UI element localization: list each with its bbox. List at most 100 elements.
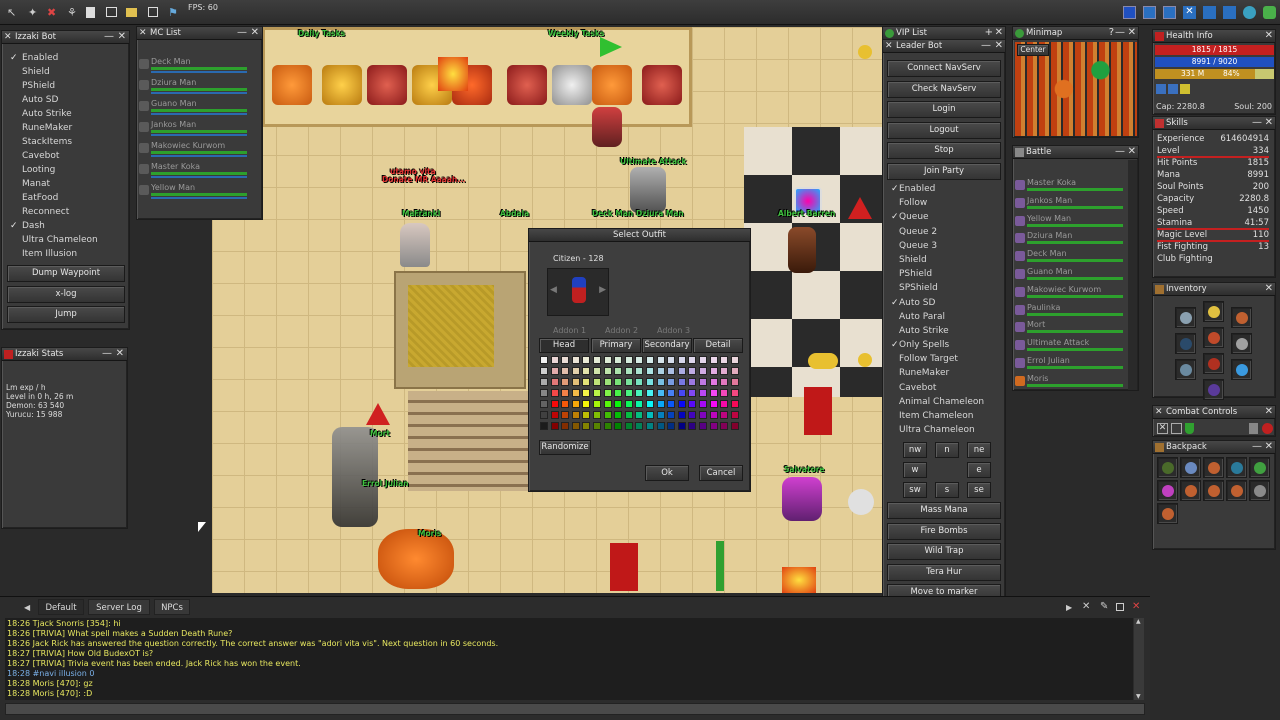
palette-swatch[interactable]: [540, 367, 548, 375]
palette-swatch[interactable]: [667, 367, 676, 375]
palette-swatch[interactable]: [677, 367, 686, 375]
close-icon[interactable]: ✕: [995, 40, 1003, 52]
bot-option-checkbox[interactable]: Looting: [2, 163, 129, 177]
palette-swatch[interactable]: [646, 389, 654, 397]
direction-button[interactable]: nw: [903, 442, 927, 458]
palette-swatch[interactable]: [720, 367, 729, 375]
palette-swatch[interactable]: [582, 411, 591, 419]
palette-swatch[interactable]: [603, 389, 612, 397]
inventory-slot[interactable]: [1175, 307, 1196, 328]
leader-option-checkbox[interactable]: Auto SD: [883, 296, 1005, 310]
palette-swatch[interactable]: [561, 367, 570, 375]
defense-mode-icon[interactable]: [1185, 423, 1194, 434]
backpack-slot[interactable]: [1226, 480, 1247, 501]
tab-detail[interactable]: Detail: [693, 338, 743, 353]
palette-swatch[interactable]: [699, 389, 707, 397]
walk-tool-icon[interactable]: ⚘: [67, 6, 77, 19]
leader-option-checkbox[interactable]: Enabled: [883, 182, 1005, 196]
leader-action-button[interactable]: Wild Trap: [887, 543, 1001, 560]
backpack-slot[interactable]: [1180, 457, 1201, 478]
palette-swatch[interactable]: [635, 422, 644, 430]
palette-swatch[interactable]: [593, 356, 601, 364]
palette-swatch[interactable]: [656, 378, 665, 386]
mc-list-entry[interactable]: Guano Man: [137, 99, 262, 120]
leader-option-checkbox[interactable]: RuneMaker: [883, 366, 1005, 380]
palette-swatch[interactable]: [624, 400, 633, 408]
backpack-slot[interactable]: [1226, 457, 1247, 478]
player-character[interactable]: [782, 477, 822, 521]
inventory-slot[interactable]: [1203, 379, 1224, 400]
palette-swatch[interactable]: [688, 356, 697, 364]
minimize-icon[interactable]: —: [1115, 27, 1125, 39]
palette-swatch[interactable]: [709, 367, 718, 375]
palette-swatch[interactable]: [667, 422, 676, 430]
globe-icon[interactable]: [1243, 6, 1256, 19]
palette-swatch[interactable]: [571, 356, 580, 364]
palette-swatch[interactable]: [646, 422, 654, 430]
close-channel-icon[interactable]: ✕: [1082, 601, 1090, 612]
cancel-button[interactable]: Cancel: [699, 465, 743, 481]
direction-button[interactable]: ne: [967, 442, 991, 458]
palette-swatch[interactable]: [561, 389, 570, 397]
palette-swatch[interactable]: [635, 378, 644, 386]
prev-outfit-arrow-icon[interactable]: ◀: [550, 285, 557, 295]
leaf-icon[interactable]: [1263, 6, 1276, 19]
palette-swatch[interactable]: [561, 356, 570, 364]
palette-swatch[interactable]: [593, 367, 601, 375]
backpack-slot[interactable]: [1203, 457, 1224, 478]
leader-option-checkbox[interactable]: Queue 3: [883, 239, 1005, 253]
close-icon[interactable]: ✕: [1265, 406, 1273, 418]
palette-swatch[interactable]: [635, 356, 644, 364]
palette-swatch[interactable]: [720, 400, 729, 408]
minimize-icon[interactable]: —: [102, 348, 112, 360]
palette-swatch[interactable]: [603, 367, 612, 375]
palette-swatch[interactable]: [709, 356, 718, 364]
palette-swatch[interactable]: [635, 389, 644, 397]
palette-swatch[interactable]: [677, 422, 686, 430]
leader-option-checkbox[interactable]: Auto Strike: [883, 324, 1005, 338]
palette-swatch[interactable]: [593, 400, 601, 408]
palette-swatch[interactable]: [730, 422, 739, 430]
leader-top-button[interactable]: Stop: [887, 142, 1001, 159]
help-icon[interactable]: ?: [1109, 27, 1114, 39]
palette-swatch[interactable]: [709, 411, 718, 419]
chat-prev-arrow-icon[interactable]: ◀: [24, 603, 30, 612]
mc-list-entry[interactable]: Deck Man: [137, 57, 262, 78]
battle-entry[interactable]: Guano Man: [1013, 267, 1128, 285]
mc-list-entry[interactable]: Dziura Man: [137, 78, 262, 99]
palette-swatch[interactable]: [730, 389, 739, 397]
minimize-icon[interactable]: —: [1252, 117, 1262, 129]
palette-swatch[interactable]: [699, 367, 707, 375]
palette-swatch[interactable]: [709, 389, 718, 397]
close-icon[interactable]: ✕: [1128, 27, 1136, 39]
mc-list-entry[interactable]: Yellow Man: [137, 183, 262, 204]
minimap-view[interactable]: [1015, 42, 1137, 136]
palette-swatch[interactable]: [603, 411, 612, 419]
palette-swatch[interactable]: [688, 389, 697, 397]
leader-option-checkbox[interactable]: Ultra Chameleon: [883, 423, 1005, 437]
bot-option-checkbox[interactable]: Auto Strike: [2, 107, 129, 121]
palette-swatch[interactable]: [709, 422, 718, 430]
bot-option-checkbox[interactable]: RuneMaker: [2, 121, 129, 135]
backpack-slot[interactable]: [1157, 503, 1178, 524]
palette-swatch[interactable]: [582, 356, 591, 364]
palette-swatch[interactable]: [635, 367, 644, 375]
direction-button[interactable]: se: [967, 482, 991, 498]
palette-swatch[interactable]: [550, 356, 559, 364]
palette-swatch[interactable]: [614, 378, 623, 386]
palette-swatch[interactable]: [635, 400, 644, 408]
palette-swatch[interactable]: [646, 411, 654, 419]
direction-button[interactable]: sw: [903, 482, 927, 498]
battle-entry[interactable]: Moris: [1013, 374, 1128, 392]
attack-mode-icon[interactable]: ✕: [1157, 423, 1168, 434]
bot-option-checkbox[interactable]: Enabled: [2, 51, 129, 65]
addon-1-checkbox[interactable]: Addon 1: [553, 326, 586, 335]
palette-swatch[interactable]: [540, 378, 548, 386]
palette-swatch[interactable]: [709, 400, 718, 408]
battle-entry[interactable]: Deck Man: [1013, 249, 1128, 267]
folder-tool-icon[interactable]: [126, 8, 137, 17]
minimize-icon[interactable]: —: [981, 40, 991, 52]
palette-swatch[interactable]: [656, 389, 665, 397]
tab-server-log[interactable]: Server Log: [88, 599, 150, 615]
screen-tool-icon[interactable]: [148, 7, 158, 17]
